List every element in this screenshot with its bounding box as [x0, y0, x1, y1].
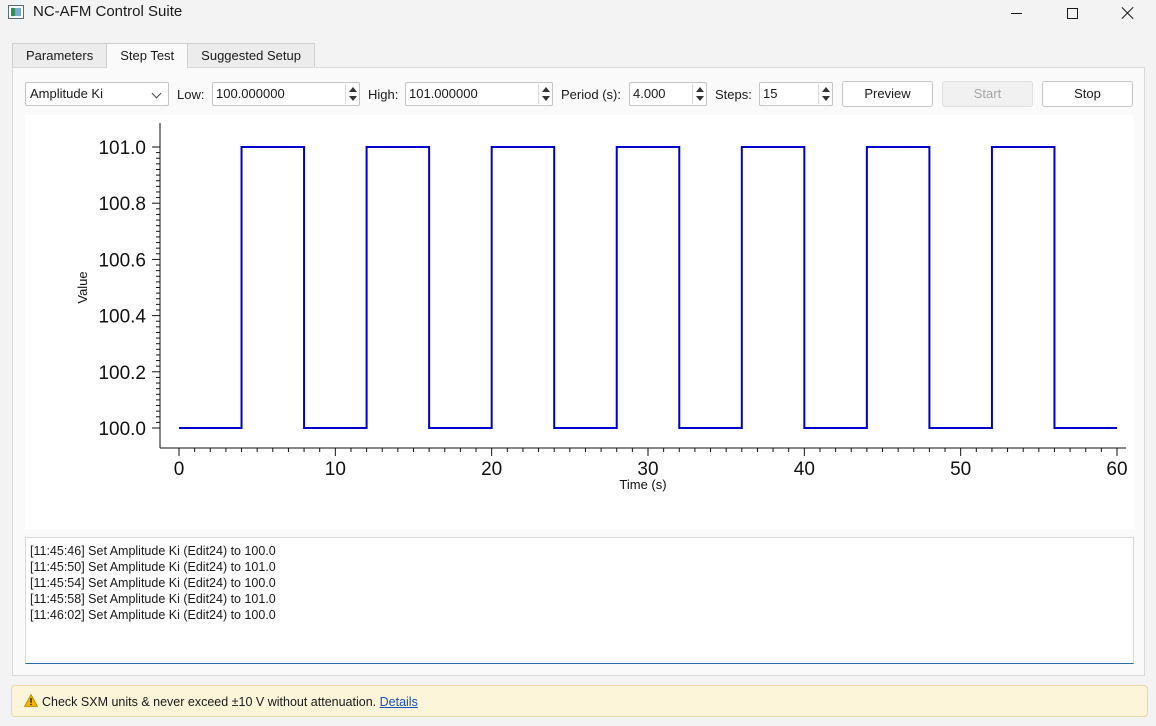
log-line: [11:45:46] Set Amplitude Ki (Edit24) to …: [30, 544, 276, 558]
log-line: [11:45:58] Set Amplitude Ki (Edit24) to …: [30, 592, 276, 606]
high-label: High:: [368, 87, 399, 102]
tab-suggested-setup[interactable]: Suggested Setup: [187, 43, 315, 67]
spin-down-icon[interactable]: [349, 96, 357, 101]
x-axis-title: Time (s): [619, 477, 666, 492]
maximize-icon: [1066, 7, 1078, 19]
low-spinner[interactable]: [345, 84, 358, 104]
period-input[interactable]: 4.000: [629, 82, 707, 106]
title-bar: NC-AFM Control Suite: [0, 0, 1156, 26]
log-line: [11:45:54] Set Amplitude Ki (Edit24) to …: [30, 576, 276, 590]
period-value: 4.000: [633, 86, 666, 101]
spin-up-icon[interactable]: [696, 87, 704, 92]
maximize-button[interactable]: [1049, 0, 1095, 26]
steps-label: Steps:: [715, 87, 752, 102]
y-axis-title: Value: [75, 271, 90, 303]
details-link[interactable]: Details: [380, 695, 418, 709]
x-tick-label: 0: [174, 459, 185, 480]
step-test-panel: Amplitude Ki Low: 100.000000 High: 101.0…: [12, 67, 1145, 676]
warning-icon: [24, 694, 38, 707]
warning-banner: Check SXM units & never exceed ±10 V wit…: [11, 685, 1148, 717]
steps-spinner[interactable]: [818, 84, 831, 104]
spin-up-icon[interactable]: [542, 87, 550, 92]
step-test-plot: 100.0 100.2 100.4 100.6 100.8 101.0 0 10 20 30 40 5…: [25, 115, 1134, 529]
close-icon: [1121, 6, 1135, 20]
app-icon: [8, 5, 24, 19]
high-input[interactable]: 101.000000: [405, 82, 553, 106]
log-line: [11:46:02] Set Amplitude Ki (Edit24) to …: [30, 608, 276, 622]
spin-down-icon[interactable]: [542, 96, 550, 101]
low-value: 100.000000: [216, 86, 285, 101]
spin-down-icon[interactable]: [696, 96, 704, 101]
x-tick-label: 10: [325, 459, 346, 480]
warning-text: Check SXM units & never exceed ±10 V wit…: [42, 695, 377, 709]
steps-input[interactable]: 15: [759, 82, 833, 106]
stop-button[interactable]: Stop: [1042, 81, 1133, 107]
tab-step-test[interactable]: Step Test: [106, 43, 189, 68]
period-label: Period (s):: [561, 87, 621, 102]
low-input[interactable]: 100.000000: [212, 82, 360, 106]
chevron-down-icon: [151, 88, 162, 99]
log-line: [11:45:50] Set Amplitude Ki (Edit24) to …: [30, 560, 276, 574]
period-spinner[interactable]: [692, 84, 705, 104]
y-tick-label: 100.8: [98, 194, 146, 215]
tab-parameters[interactable]: Parameters: [12, 43, 108, 67]
x-tick-label: 20: [481, 459, 502, 480]
spin-down-icon[interactable]: [822, 96, 830, 101]
steps-value: 15: [763, 86, 778, 101]
x-tick-label: 40: [794, 459, 815, 480]
tab-bar: Parameters Step Test Suggested Setup: [12, 43, 315, 68]
high-value: 101.000000: [409, 86, 478, 101]
y-tick-label: 100.0: [98, 419, 146, 440]
y-tick-label: 100.4: [98, 307, 146, 328]
event-log[interactable]: [11:45:46] Set Amplitude Ki (Edit24) to …: [25, 537, 1134, 664]
controls-row: Amplitude Ki Low: 100.000000 High: 101.0…: [25, 81, 1135, 107]
x-tick-label: 50: [950, 459, 971, 480]
preview-button[interactable]: Preview: [842, 81, 933, 107]
parameter-select[interactable]: Amplitude Ki: [25, 82, 169, 106]
parameter-select-value: Amplitude Ki: [30, 86, 103, 101]
series-line: [179, 146, 1117, 429]
minimize-icon: [1010, 12, 1022, 14]
high-spinner[interactable]: [538, 84, 551, 104]
minimize-button[interactable]: [993, 0, 1039, 26]
window-title: NC-AFM Control Suite: [33, 3, 183, 20]
y-tick-label: 100.6: [98, 250, 146, 271]
x-tick-label: 60: [1106, 459, 1127, 480]
y-tick-label: 100.2: [98, 363, 146, 384]
y-tick-label: 101.0: [98, 138, 146, 159]
low-label: Low:: [177, 87, 205, 102]
warning-message: Check SXM units & never exceed ±10 V wit…: [42, 695, 418, 709]
spin-up-icon[interactable]: [349, 87, 357, 92]
chart-svg: 100.0100.2100.4100.6100.8101.00 10 20 30 40 5…: [75, 123, 1128, 492]
spin-up-icon[interactable]: [822, 87, 830, 92]
start-button[interactable]: Start: [942, 81, 1033, 107]
close-button[interactable]: [1105, 0, 1151, 26]
